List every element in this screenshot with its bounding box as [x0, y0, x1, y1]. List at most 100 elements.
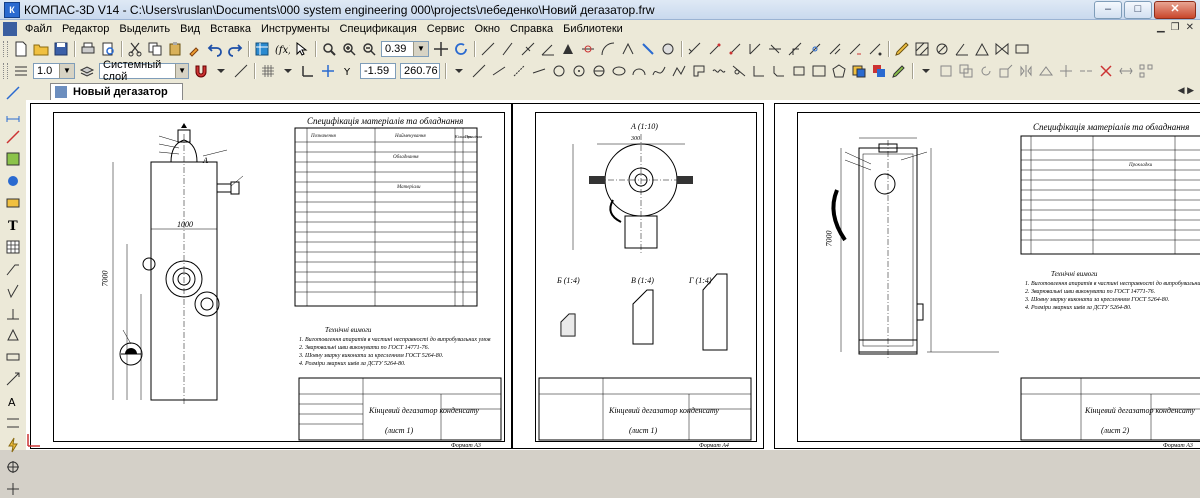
menu-window[interactable]: Окно — [469, 20, 505, 38]
dimensions-panel-icon[interactable] — [4, 106, 22, 124]
help-cursor-icon[interactable] — [293, 40, 311, 58]
angle-dim-icon[interactable] — [953, 40, 971, 58]
zoom-out-icon[interactable] — [360, 40, 378, 58]
save-icon[interactable] — [52, 40, 70, 58]
measure-icon[interactable] — [579, 40, 597, 58]
dimension-8-icon[interactable] — [826, 40, 844, 58]
move-icon[interactable] — [937, 62, 955, 80]
sheet-3[interactable]: 7000 Специфікація матеріалів та обладнан… — [774, 103, 1200, 449]
segment-4-icon[interactable] — [530, 62, 548, 80]
contour-icon[interactable] — [690, 62, 708, 80]
break-icon[interactable] — [1077, 62, 1095, 80]
arc-icon[interactable] — [630, 62, 648, 80]
mdi-close-icon[interactable]: ✕ — [1186, 22, 1194, 33]
line-thickness-combo[interactable]: 1.0 ▼ — [33, 63, 75, 79]
trim-icon[interactable] — [1057, 62, 1075, 80]
paste-icon[interactable] — [166, 40, 184, 58]
zoom-in-icon[interactable] — [340, 40, 358, 58]
bowtie-icon[interactable] — [993, 40, 1011, 58]
chevron-down-icon[interactable]: ▼ — [413, 42, 428, 56]
mirror-icon[interactable] — [1017, 62, 1035, 80]
layer-combo[interactable]: Системный слой ▼ — [99, 60, 189, 82]
layers-stack-icon[interactable] — [870, 62, 888, 80]
circle-slash-icon[interactable] — [933, 40, 951, 58]
mdi-restore-icon[interactable]: ❐ — [1171, 22, 1180, 33]
snap-blue-icon[interactable] — [639, 40, 657, 58]
scale-icon[interactable] — [997, 62, 1015, 80]
minimize-button[interactable]: – — [1094, 1, 1122, 19]
chevron-down-icon[interactable]: ▼ — [175, 64, 188, 78]
line-tool-2-icon[interactable] — [499, 40, 517, 58]
dimension-9-icon[interactable] — [846, 40, 864, 58]
dimension-2-icon[interactable] — [706, 40, 724, 58]
table-tool-icon[interactable] — [4, 238, 22, 256]
wave-icon[interactable] — [710, 62, 728, 80]
position-tool-icon[interactable] — [4, 326, 22, 344]
dimension-6-icon[interactable] — [786, 40, 804, 58]
angle-icon[interactable] — [539, 40, 557, 58]
refresh-icon[interactable] — [452, 40, 470, 58]
measure-panel-icon[interactable] — [4, 194, 22, 212]
grid-dropdown-icon[interactable] — [279, 62, 297, 80]
pan-icon[interactable] — [432, 40, 450, 58]
section-line-icon[interactable]: A — [4, 392, 22, 410]
coord-x-field[interactable]: -1.59 — [360, 63, 396, 79]
zoom-window-icon[interactable] — [320, 40, 338, 58]
fill-icon[interactable] — [850, 62, 868, 80]
dimension-3-icon[interactable] — [726, 40, 744, 58]
leader-tool-icon[interactable] — [4, 260, 22, 278]
dimension-4-icon[interactable] — [746, 40, 764, 58]
ortho-icon[interactable] — [232, 62, 250, 80]
perpendicular-icon[interactable] — [519, 40, 537, 58]
delete-part-icon[interactable] — [1097, 62, 1115, 80]
close-button[interactable]: ✕ — [1154, 1, 1196, 19]
snap-dropdown-icon[interactable] — [212, 62, 230, 80]
tolerance-tool-icon[interactable] — [4, 348, 22, 366]
undo-icon[interactable] — [206, 40, 224, 58]
polyline-icon[interactable] — [670, 62, 688, 80]
toolbar-grip[interactable] — [3, 63, 8, 79]
triangle-icon[interactable] — [973, 40, 991, 58]
drawing-canvas[interactable]: А 7000 1000 Специфікація матеріалів та о… — [26, 100, 1200, 450]
edit-panel-icon[interactable] — [4, 150, 22, 168]
toolbar-grip[interactable] — [3, 41, 8, 57]
array-icon[interactable] — [1137, 62, 1155, 80]
cut-icon[interactable] — [126, 40, 144, 58]
tab-new-degasser[interactable]: Новый дегазатор — [50, 83, 183, 100]
snap-icon[interactable] — [619, 40, 637, 58]
segment-icon[interactable] — [470, 62, 488, 80]
menu-select[interactable]: Выделить — [114, 20, 175, 38]
cut-line-icon[interactable] — [4, 414, 22, 432]
segment-3-icon[interactable] — [510, 62, 528, 80]
parametrization-panel-icon[interactable] — [4, 172, 22, 190]
local-cs-icon[interactable] — [299, 62, 317, 80]
properties-brush-icon[interactable] — [186, 40, 204, 58]
ellipse-icon[interactable] — [610, 62, 628, 80]
menu-libraries[interactable]: Библиотеки — [558, 20, 628, 38]
coord-y-field[interactable]: 260.76 — [400, 63, 440, 79]
segment-2-icon[interactable] — [490, 62, 508, 80]
mdi-minimize-icon[interactable]: ▁ — [1157, 22, 1165, 33]
snap-point-icon[interactable] — [4, 458, 22, 476]
menu-file[interactable]: Файл — [20, 20, 57, 38]
edit-pen-icon[interactable] — [893, 40, 911, 58]
maximize-button[interactable]: □ — [1124, 1, 1152, 19]
hatch-icon[interactable] — [913, 40, 931, 58]
menu-service[interactable]: Сервис — [422, 20, 470, 38]
geometry-dropdown-icon[interactable] — [450, 62, 468, 80]
sheet-2[interactable]: А (1:10) 300 Б (1:4) В (1:4) Г (1:4) Кін… — [512, 103, 764, 449]
rotate-icon[interactable] — [977, 62, 995, 80]
variables-fx-icon[interactable]: (fx) — [273, 40, 291, 58]
rect-icon[interactable] — [1013, 40, 1031, 58]
circle-icon[interactable] — [550, 62, 568, 80]
copy-obj-icon[interactable] — [957, 62, 975, 80]
dimension-icon[interactable] — [686, 40, 704, 58]
tangent-icon[interactable] — [730, 62, 748, 80]
new-document-icon[interactable] — [12, 40, 30, 58]
dimension-5-icon[interactable] — [766, 40, 784, 58]
deform-icon[interactable] — [1037, 62, 1055, 80]
magnet-snap-icon[interactable] — [192, 62, 210, 80]
menu-tools[interactable]: Инструменты — [256, 20, 335, 38]
object-icon[interactable] — [659, 40, 677, 58]
spline-icon[interactable] — [650, 62, 668, 80]
